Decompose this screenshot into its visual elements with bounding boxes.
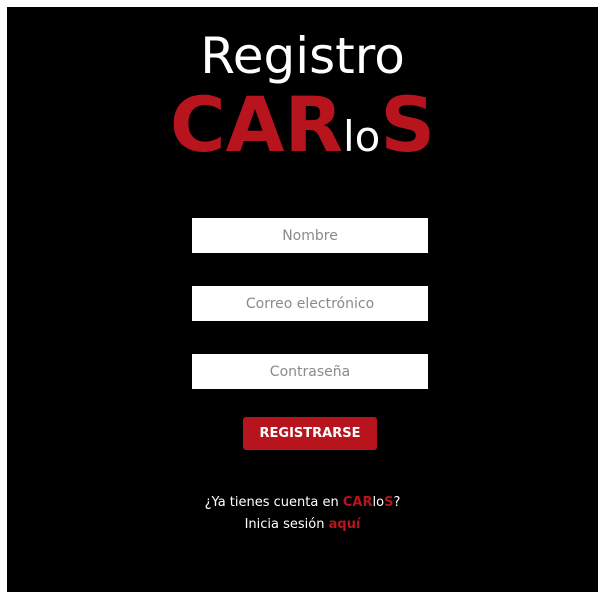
account-question-prefix: ¿Ya tienes cuenta en (204, 495, 343, 510)
footer-brand: CARloS (343, 495, 394, 510)
brand-logo-part-car: CAR (169, 80, 343, 169)
footer-brand-lo: lo (372, 495, 385, 510)
register-button[interactable]: REGISTRARSE (243, 417, 377, 450)
page-title: Registro (200, 27, 405, 85)
login-prompt: Inicia sesión aquí (7, 518, 598, 531)
name-input[interactable] (192, 218, 428, 253)
email-input[interactable] (192, 286, 428, 321)
login-link[interactable]: aquí (329, 517, 361, 532)
brand-logo-part-s: S (380, 80, 436, 169)
account-question: ¿Ya tienes cuenta en CARloS? (7, 496, 598, 509)
account-question-suffix: ? (393, 495, 401, 510)
register-panel: Registro CARloS REGISTRARSE ¿Ya tienes c… (7, 7, 598, 592)
login-prompt-text: Inicia sesión (244, 517, 329, 532)
password-input[interactable] (192, 354, 428, 389)
brand-logo: CARloS (7, 87, 598, 163)
footer-brand-car: CAR (342, 495, 373, 510)
brand-logo-part-lo: lo (343, 112, 381, 161)
